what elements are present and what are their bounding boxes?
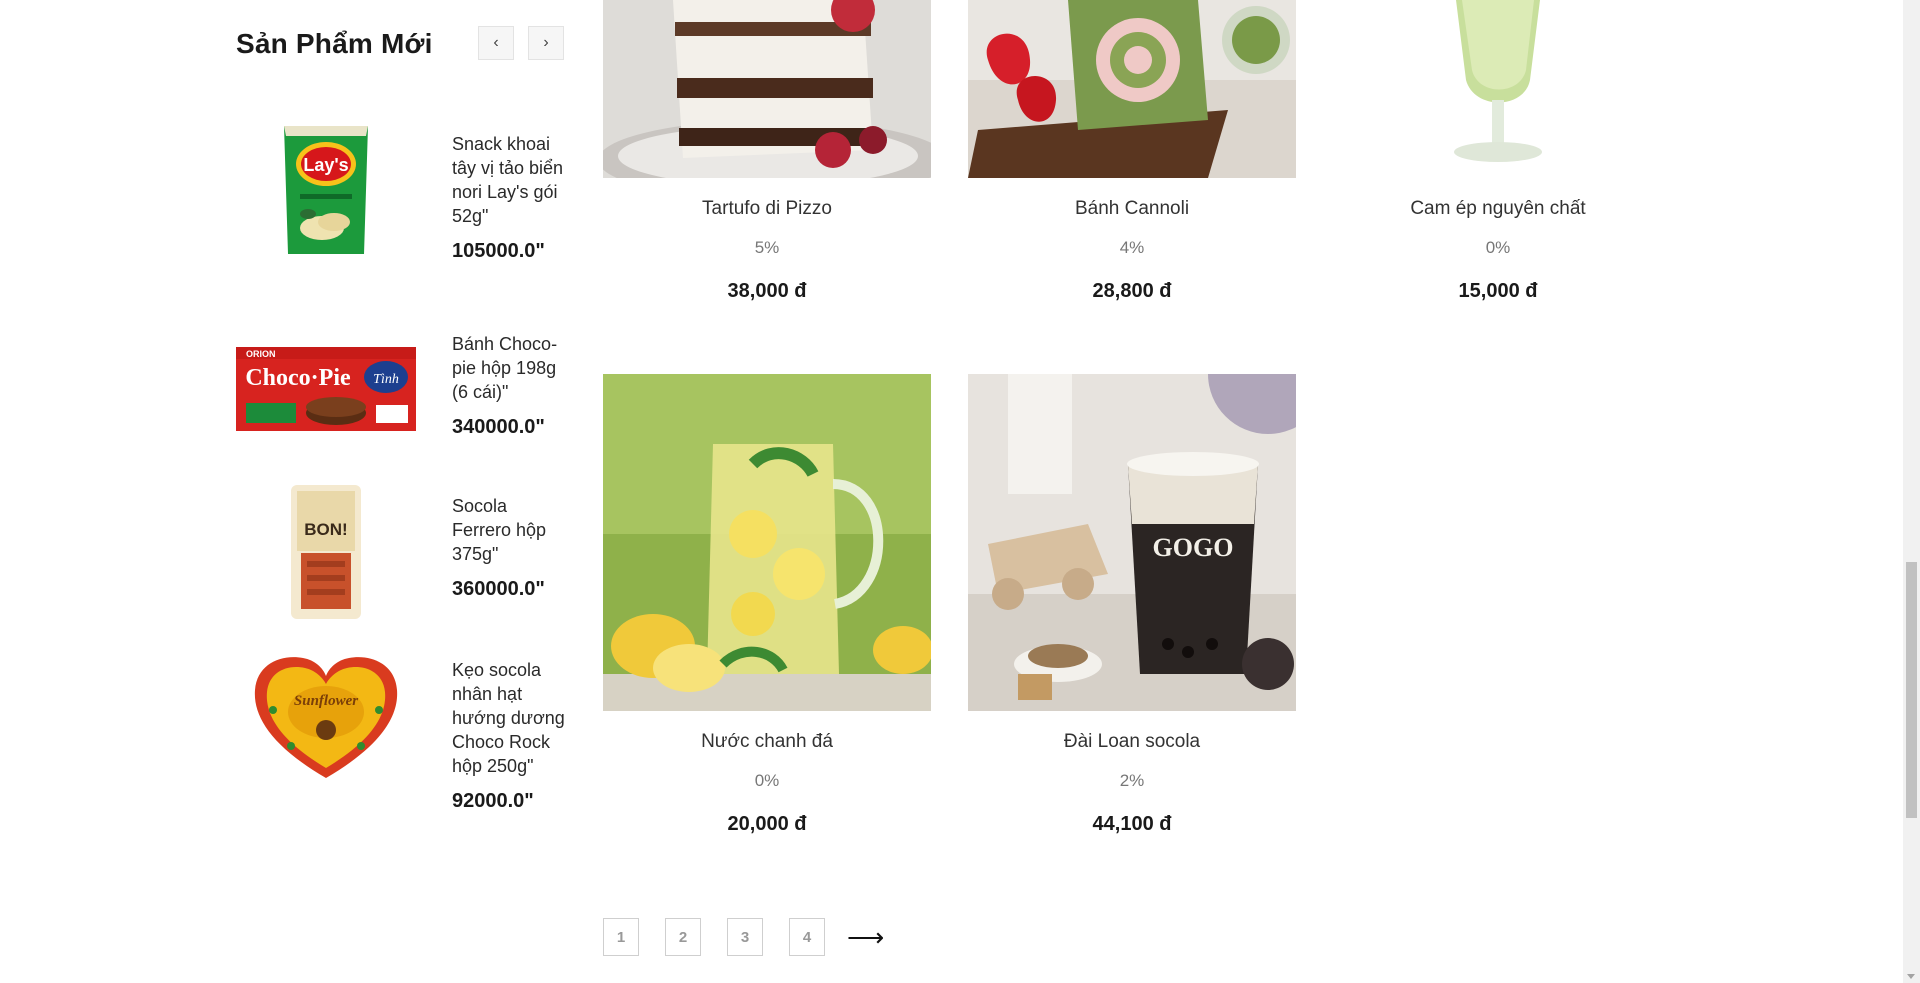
product-name[interactable]: Đài Loan socola [968,730,1296,754]
product-discount: 0% [754,771,780,790]
scrollbar-thumb[interactable] [1906,562,1917,818]
chevron-left-icon: ‹ [493,34,499,51]
sidebar-product-name[interactable]: Kẹo socola nhân hạt hướng dương Choco Ro… [452,658,566,778]
chevron-right-icon: › [543,34,549,51]
product-card[interactable]: Nước chanh đá 0% 20,000 đ [603,374,931,836]
product-name[interactable]: Tartufo di Pizzo [603,197,931,221]
sidebar-product-name[interactable]: Snack khoai tây vị tảo biển nori Lay's g… [452,132,566,228]
product-price: 44,100 đ [1092,813,1172,835]
svg-text:Tình: Tình [373,372,399,387]
page-2-button[interactable]: 2 [665,918,701,956]
product-image[interactable] [603,374,931,711]
product-price: 28,800 đ [1092,280,1172,302]
product-price: 38,000 đ [727,280,807,302]
prev-button[interactable]: ‹ [478,26,514,60]
product-thumbnail[interactable]: Sunflower [236,648,416,784]
page-1-button[interactable]: 1 [603,918,639,956]
product-price: 15,000 đ [1458,280,1538,302]
product-thumbnail[interactable]: BON! [236,482,416,622]
next-page-arrow-icon[interactable]: ⟶ [847,922,884,953]
product-discount: 2% [1119,771,1145,790]
product-image[interactable] [603,0,931,178]
product-discount: 0% [1485,238,1511,257]
svg-text:Sunflower: Sunflower [294,693,358,709]
svg-text:BON!: BON! [304,520,347,539]
vertical-scrollbar[interactable] [1903,0,1920,983]
page-3-button[interactable]: 3 [727,918,763,956]
product-name[interactable]: Bánh Cannoli [968,197,1296,221]
product-image[interactable] [968,0,1296,178]
svg-text:Choco·Pie: Choco·Pie [245,365,351,391]
product-name[interactable]: Nước chanh đá [603,730,931,754]
sidebar-product-price: 360000.0" [452,578,545,600]
product-thumbnail[interactable]: ORION Choco·Pie Tình [236,346,416,432]
product-price: 20,000 đ [727,813,807,835]
sidebar-product-name[interactable]: Socola Ferrero hộp 375g" [452,494,566,566]
sidebar-product-price: 340000.0" [452,416,545,438]
sidebar-title: Sản Phẩm Mới [236,28,433,59]
product-card[interactable]: Tartufo di Pizzo 5% 38,000 đ [603,0,931,303]
product-card[interactable]: Cam ép nguyên chất 0% 15,000 đ [1334,0,1662,303]
product-image[interactable] [1334,0,1662,178]
next-button[interactable]: › [528,26,564,60]
svg-text:Lay's: Lay's [303,155,348,175]
page-4-button[interactable]: 4 [789,918,825,956]
scroll-down-arrow-icon[interactable] [1907,974,1915,979]
product-card[interactable]: GOGO Đài Loan socola 2% 44,100 đ [968,374,1296,836]
product-image[interactable]: GOGO [968,374,1296,711]
svg-text:GOGO: GOGO [1153,533,1234,562]
pagination: 1 2 3 4 ⟶ [603,918,884,956]
sidebar-product-name[interactable]: Bánh Choco-pie hộp 198g (6 cái)" [452,332,566,404]
sidebar-product-price: 105000.0" [452,240,545,262]
product-name[interactable]: Cam ép nguyên chất [1334,197,1662,221]
sidebar-product-price: 92000.0" [452,790,534,812]
product-discount: 4% [1119,238,1145,257]
product-card[interactable]: Bánh Cannoli 4% 28,800 đ [968,0,1296,303]
product-discount: 5% [754,238,780,257]
svg-text:ORION: ORION [246,349,276,359]
product-thumbnail[interactable]: Lay's [236,120,416,260]
